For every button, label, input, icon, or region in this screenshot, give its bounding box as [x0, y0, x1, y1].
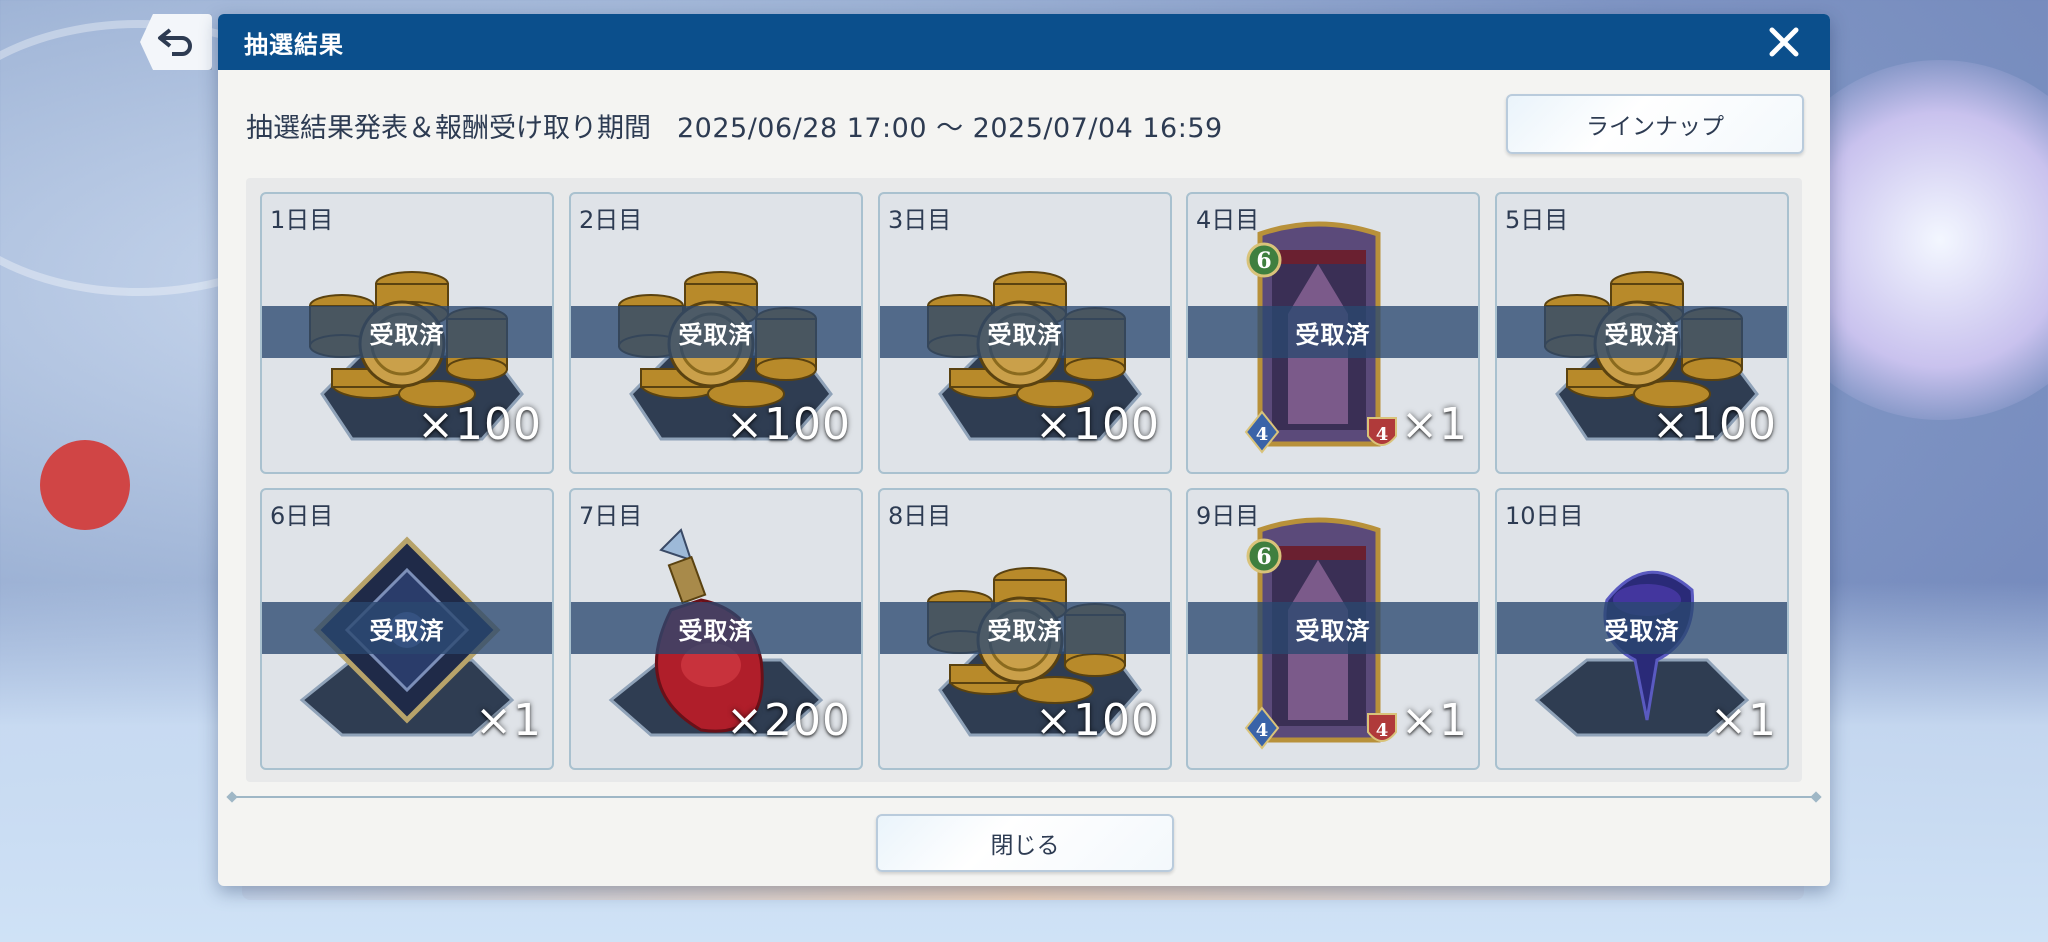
- card-attack: 4: [1256, 424, 1269, 445]
- received-status-badge: 受取済: [262, 602, 552, 654]
- reward-cell[interactable]: 2日目 受取済 ×100: [569, 192, 863, 474]
- reward-cell[interactable]: 3日目 受取済 ×100: [878, 192, 1172, 474]
- received-status-badge: 受取済: [1188, 602, 1478, 654]
- lottery-result-dialog: 抽選結果 抽選結果発表＆報酬受け取り期間 2025/06/28 17:00 〜 2…: [218, 14, 1830, 886]
- day-label: 10日目: [1505, 502, 1584, 530]
- card-defense: 4: [1376, 424, 1389, 445]
- card-attack: 4: [1256, 720, 1269, 741]
- day-label: 1日目: [270, 206, 334, 234]
- period-dates: 2025/06/28 17:00 〜 2025/07/04 16:59: [677, 113, 1223, 144]
- card-defense: 4: [1376, 720, 1389, 741]
- dialog-title-bar: 抽選結果: [218, 14, 1830, 70]
- reward-cell[interactable]: 8日目 受取済 ×100: [878, 488, 1172, 770]
- day-label: 7日目: [579, 502, 643, 530]
- received-status-badge: 受取済: [880, 602, 1170, 654]
- received-status-badge: 受取済: [880, 306, 1170, 358]
- reward-cell[interactable]: 6日目 受取済 ×1: [260, 488, 554, 770]
- day-label: 2日目: [579, 206, 643, 234]
- reward-cell[interactable]: 1日目 受取済 ×100: [260, 192, 554, 474]
- divider: [230, 796, 1818, 798]
- reward-quantity: ×1: [1710, 695, 1777, 746]
- close-button[interactable]: 閉じる: [876, 814, 1174, 872]
- reward-quantity: ×100: [417, 399, 542, 450]
- reward-quantity: ×200: [726, 695, 851, 746]
- reward-quantity: ×100: [1652, 399, 1777, 450]
- back-button[interactable]: [140, 14, 212, 70]
- reward-cell[interactable]: 6 4 4 4日目 受取済 ×1: [1186, 192, 1480, 474]
- reward-quantity: ×100: [726, 399, 851, 450]
- card-cost: 6: [1256, 248, 1271, 274]
- background-figure: [40, 440, 130, 530]
- dialog-title: 抽選結果: [244, 30, 344, 59]
- claim-period: 抽選結果発表＆報酬受け取り期間 2025/06/28 17:00 〜 2025/0…: [246, 106, 1223, 145]
- received-status-badge: 受取済: [571, 602, 861, 654]
- received-status-badge: 受取済: [1497, 602, 1787, 654]
- reward-quantity: ×1: [475, 695, 542, 746]
- reward-quantity: ×1: [1401, 399, 1468, 450]
- received-status-badge: 受取済: [1497, 306, 1787, 358]
- received-status-badge: 受取済: [262, 306, 552, 358]
- reward-cell[interactable]: 5日目 受取済 ×100: [1495, 192, 1789, 474]
- received-status-badge: 受取済: [1188, 306, 1478, 358]
- day-label: 4日目: [1196, 206, 1260, 234]
- lineup-button[interactable]: ラインナップ: [1506, 94, 1804, 154]
- reward-cell[interactable]: 10日目 受取済 ×1: [1495, 488, 1789, 770]
- day-label: 9日目: [1196, 502, 1260, 530]
- back-arrow-icon: [158, 28, 192, 56]
- close-icon[interactable]: [1768, 26, 1800, 58]
- reward-quantity: ×1: [1401, 695, 1468, 746]
- reward-cell[interactable]: 7日目 受取済 ×200: [569, 488, 863, 770]
- reward-quantity: ×100: [1035, 695, 1160, 746]
- day-label: 8日目: [888, 502, 952, 530]
- card-cost: 6: [1256, 544, 1271, 570]
- reward-grid: 1日目 受取済 ×100 2日目 受取済 ×100 3日目 受取済 ×100 6…: [246, 178, 1802, 782]
- received-status-badge: 受取済: [571, 306, 861, 358]
- day-label: 3日目: [888, 206, 952, 234]
- day-label: 6日目: [270, 502, 334, 530]
- period-label: 抽選結果発表＆報酬受け取り期間: [246, 113, 651, 144]
- reward-cell[interactable]: 6 4 4 9日目 受取済 ×1: [1186, 488, 1480, 770]
- reward-quantity: ×100: [1035, 399, 1160, 450]
- day-label: 5日目: [1505, 206, 1569, 234]
